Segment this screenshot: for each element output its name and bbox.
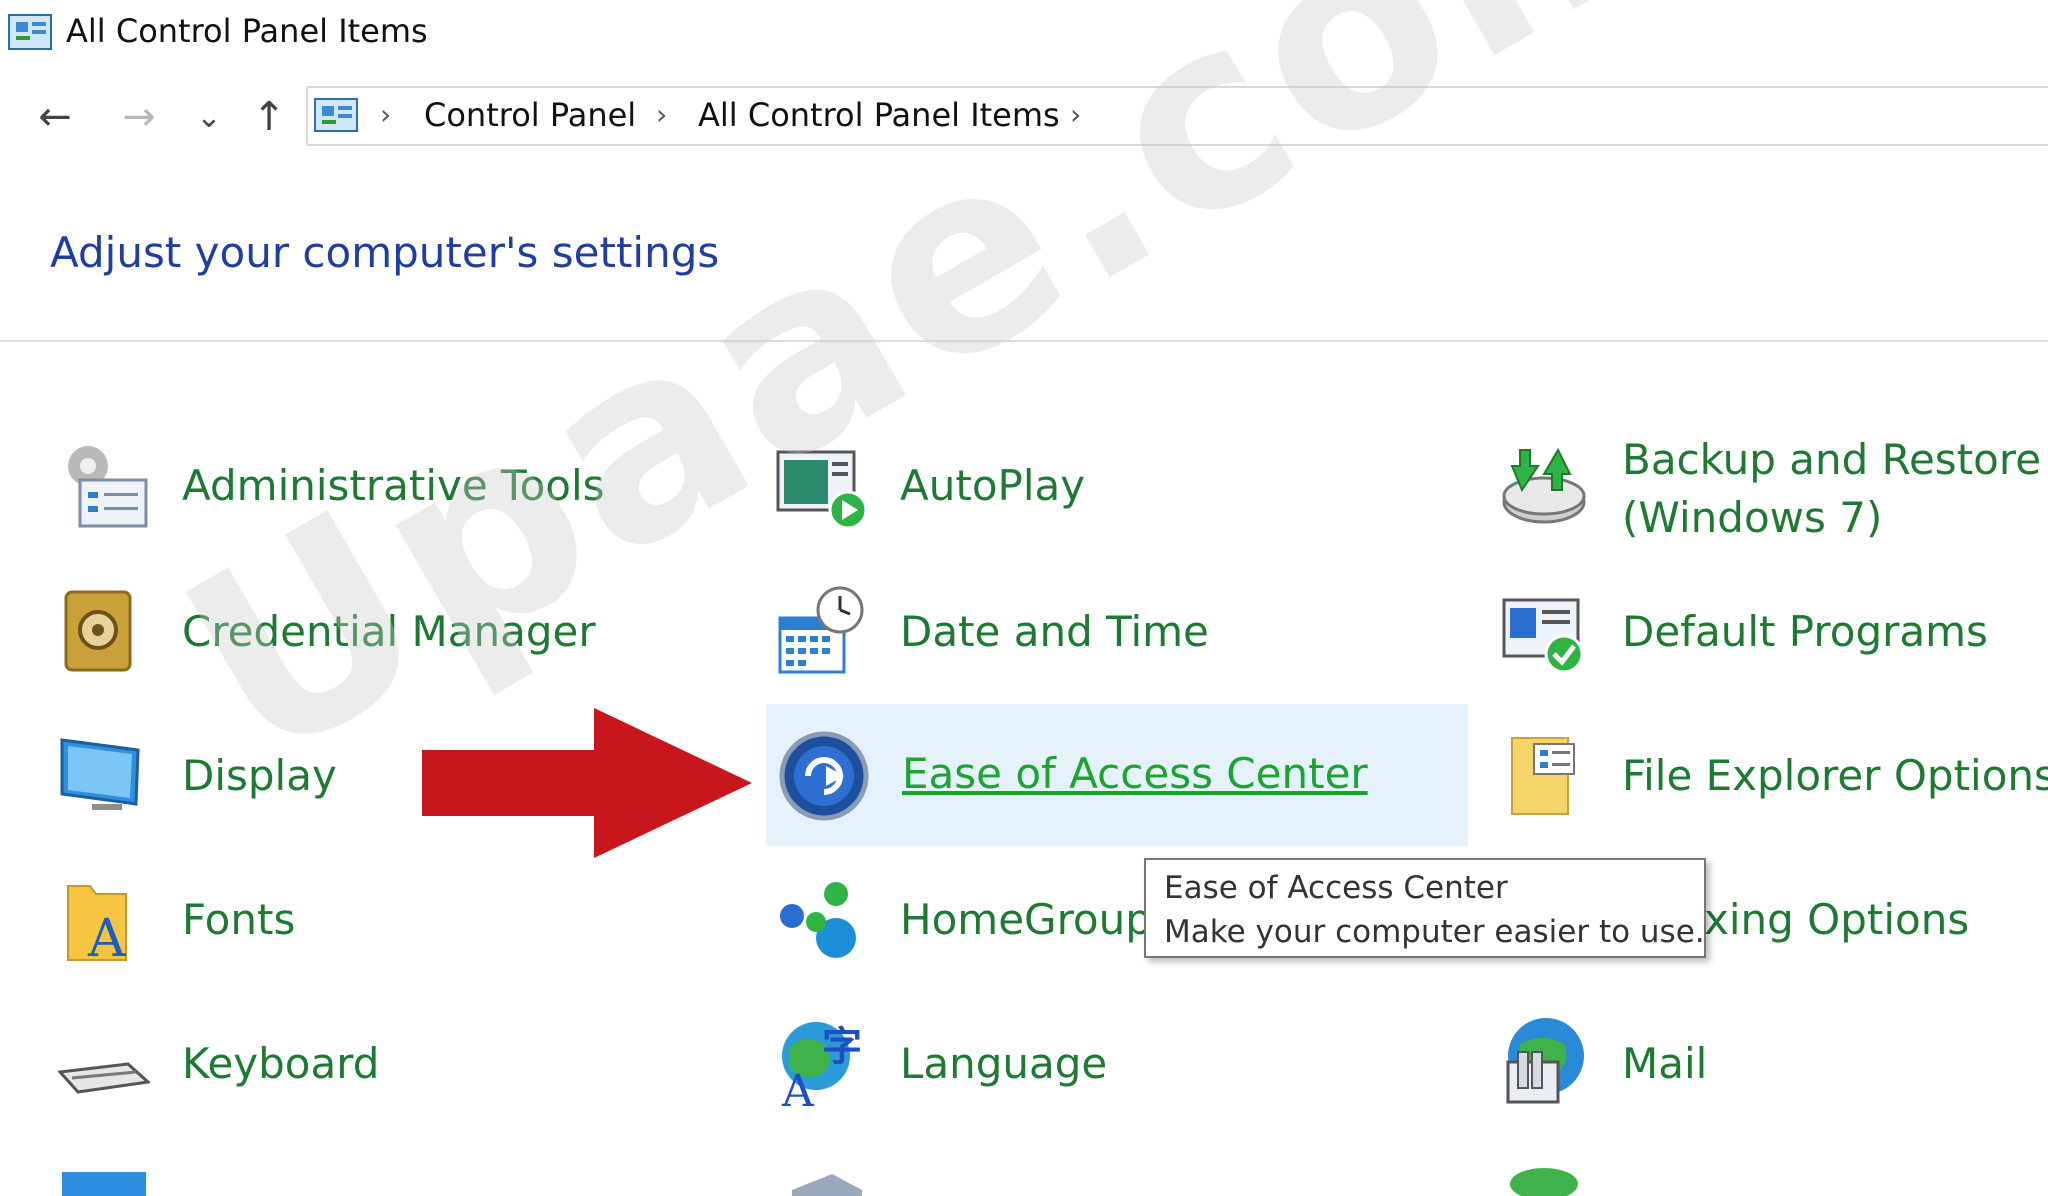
fonts-icon: A bbox=[67, 885, 127, 964]
item-label[interactable]: Language bbox=[900, 1034, 1107, 1094]
homegroup-icon bbox=[780, 882, 856, 958]
date-time-icon bbox=[778, 586, 864, 674]
breadcrumb-all-items[interactable]: All Control Panel Items bbox=[698, 96, 1060, 134]
title-bar: All Control Panel Items bbox=[0, 0, 2048, 66]
item-label[interactable]: Administrative Tools bbox=[182, 456, 605, 516]
svg-text:A: A bbox=[781, 1066, 815, 1108]
partial-item-icon bbox=[1510, 1168, 1578, 1196]
svg-text:A: A bbox=[87, 909, 127, 964]
chevron-down-icon: ⌄ bbox=[196, 99, 222, 135]
default-programs-icon bbox=[1502, 598, 1584, 674]
item-label[interactable]: AutoPlay bbox=[900, 456, 1085, 516]
breadcrumb-separator[interactable]: › bbox=[1070, 98, 1081, 131]
item-label-line2[interactable]: (Windows 7) bbox=[1622, 488, 1882, 548]
item-date-and-time[interactable]: Date and Time bbox=[776, 584, 1416, 714]
breadcrumb-separator[interactable]: › bbox=[380, 98, 391, 131]
mail-icon bbox=[1506, 1018, 1584, 1104]
item-label[interactable]: HomeGroup bbox=[900, 890, 1152, 950]
keyboard-icon bbox=[58, 1062, 150, 1094]
item-label[interactable]: Ease of Access Center bbox=[902, 744, 1368, 804]
item-label[interactable]: File Explorer Options bbox=[1622, 746, 2048, 806]
tooltip-description: Make your computer easier to use. bbox=[1164, 914, 1705, 950]
item-label[interactable]: Backup and Restore bbox=[1622, 430, 2041, 490]
recent-locations-button[interactable]: ⌄ bbox=[184, 92, 234, 142]
control-panel-icon bbox=[8, 14, 52, 50]
item-keyboard[interactable]: Keyboard bbox=[58, 1016, 698, 1146]
back-button[interactable]: ← bbox=[30, 92, 80, 142]
page-heading: Adjust your computer's settings bbox=[50, 228, 720, 277]
language-icon: 字 A bbox=[781, 1022, 862, 1108]
file-explorer-options-icon bbox=[1511, 737, 1575, 815]
item-administrative-tools[interactable]: Administrative Tools bbox=[58, 440, 698, 570]
forward-arrow-icon: → bbox=[122, 94, 156, 140]
item-credential-manager[interactable]: Credential Manager bbox=[58, 584, 698, 714]
item-default-programs[interactable]: Default Programs bbox=[1498, 584, 2048, 714]
item-mail[interactable]: Mail bbox=[1498, 1016, 2048, 1146]
item-label[interactable]: Default Programs bbox=[1622, 602, 1988, 662]
item-ease-of-access-center[interactable]: Ease of Access Center bbox=[766, 704, 1468, 846]
backup-restore-icon bbox=[1502, 447, 1586, 524]
display-icon bbox=[60, 738, 140, 810]
partial-item-icon bbox=[792, 1174, 862, 1196]
partial-item-icon bbox=[62, 1172, 146, 1196]
autoplay-icon bbox=[776, 450, 868, 530]
credential-manager-icon bbox=[64, 590, 132, 672]
svg-text:字: 字 bbox=[822, 1024, 862, 1070]
item-file-explorer-options[interactable]: File Explorer Options bbox=[1498, 728, 2048, 858]
forward-button[interactable]: → bbox=[114, 92, 164, 142]
item-label[interactable]: Mail bbox=[1622, 1034, 1707, 1094]
up-arrow-icon: ↑ bbox=[252, 94, 286, 140]
item-fonts[interactable]: A Fonts bbox=[58, 872, 698, 1002]
tooltip-title: Ease of Access Center bbox=[1164, 870, 1508, 906]
annotation-arrow-icon bbox=[422, 708, 752, 858]
admin-tools-icon bbox=[68, 446, 148, 528]
window-title: All Control Panel Items bbox=[66, 12, 428, 50]
item-homegroup[interactable]: HomeGroup bbox=[776, 872, 1176, 1002]
item-label[interactable]: Credential Manager bbox=[182, 602, 596, 662]
breadcrumb-separator[interactable]: › bbox=[656, 98, 667, 131]
item-language[interactable]: 字 A Language bbox=[776, 1016, 1416, 1146]
item-label[interactable]: Keyboard bbox=[182, 1034, 379, 1094]
breadcrumb-control-panel[interactable]: Control Panel bbox=[424, 96, 636, 134]
item-autoplay[interactable]: AutoPlay bbox=[776, 440, 1416, 570]
item-label[interactable]: Fonts bbox=[182, 890, 295, 950]
up-button[interactable]: ↑ bbox=[244, 92, 294, 142]
item-label[interactable]: Date and Time bbox=[900, 602, 1209, 662]
address-bar[interactable]: › Control Panel › All Control Panel Item… bbox=[306, 86, 2048, 146]
item-label[interactable]: Display bbox=[182, 746, 337, 806]
back-arrow-icon: ← bbox=[38, 94, 72, 140]
divider bbox=[0, 340, 2048, 342]
item-label[interactable]: xing Options bbox=[1704, 890, 1969, 950]
item-backup-and-restore[interactable]: Backup and Restore (Windows 7) bbox=[1498, 430, 2048, 570]
ease-of-access-icon bbox=[779, 731, 869, 821]
control-panel-icon bbox=[314, 98, 358, 132]
tooltip: Ease of Access Center Make your computer… bbox=[1144, 858, 1706, 958]
